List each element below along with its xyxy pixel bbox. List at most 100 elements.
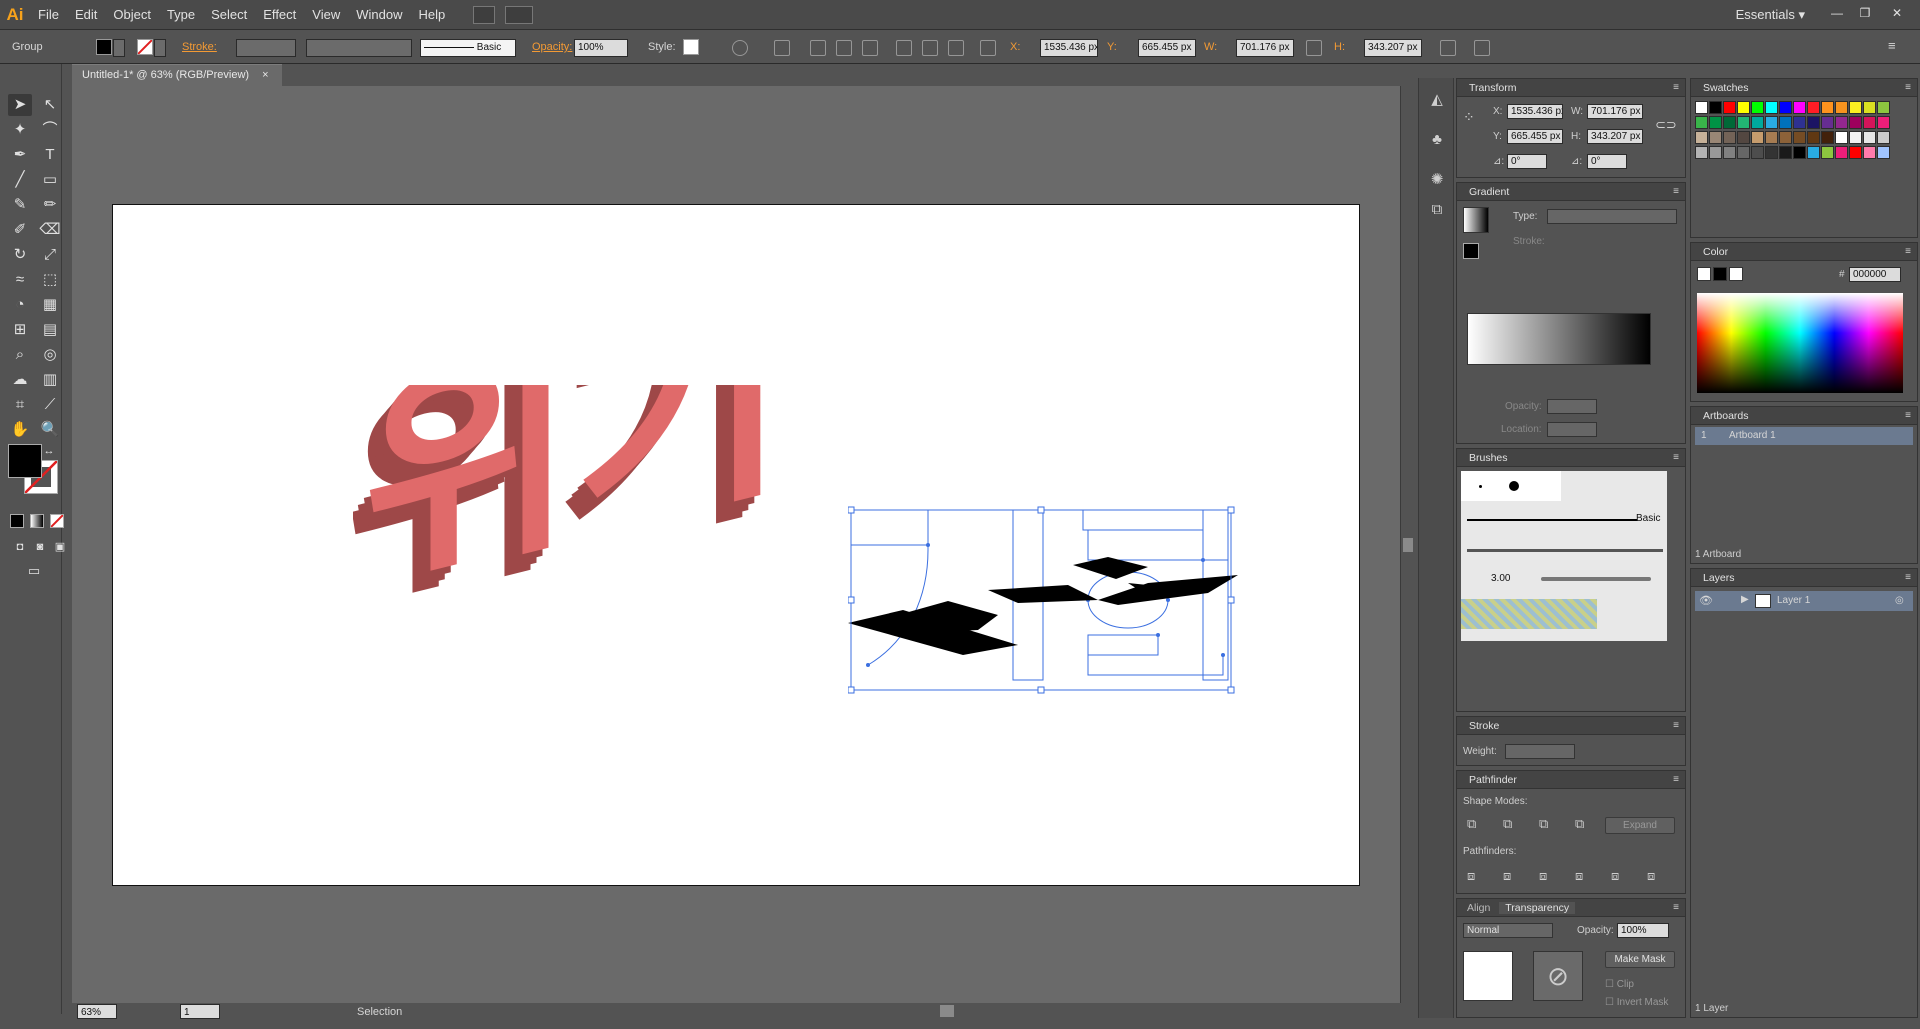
menu-type[interactable]: Type [159, 0, 203, 30]
vertical-scrollbar[interactable] [1400, 86, 1414, 1003]
type-tool-icon[interactable]: T [38, 144, 62, 166]
transform-x-field[interactable]: 1535.436 px [1507, 104, 1563, 119]
layers-panel-title[interactable]: Layers ≡ [1691, 569, 1917, 587]
stroke-color-swatch[interactable] [137, 39, 153, 55]
resize-handle[interactable] [1227, 506, 1235, 514]
panel-menu-icon[interactable]: ≡ [1673, 717, 1679, 735]
rotate-field[interactable]: 0° [1507, 154, 1547, 169]
visibility-eye-icon[interactable]: 👁 [1699, 594, 1713, 607]
align-bottom-icon[interactable] [948, 40, 964, 56]
zoom-field[interactable]: 63% [77, 1004, 117, 1019]
resize-handle[interactable] [1227, 596, 1235, 604]
graphic-styles-icon[interactable]: ◭ [1427, 90, 1447, 110]
anchor-point[interactable] [1221, 653, 1225, 657]
color-swatch[interactable] [1723, 101, 1736, 114]
color-swatch[interactable] [1709, 101, 1722, 114]
tab-align[interactable]: Align [1461, 902, 1496, 914]
artboards-panel-title[interactable]: Artboards ≡ [1691, 407, 1917, 425]
mesh-tool-icon[interactable]: ⊞ [8, 319, 32, 341]
color-swatch[interactable] [1751, 101, 1764, 114]
color-swatch[interactable] [1821, 146, 1834, 159]
color-swatch[interactable] [1821, 101, 1834, 114]
brush-definition-dropdown[interactable]: Basic [420, 39, 516, 57]
color-swatch[interactable] [1709, 116, 1722, 129]
shape-builder-tool-icon[interactable]: ◔ [8, 294, 32, 316]
exclude-icon[interactable]: ⧉ [1575, 816, 1584, 832]
stroke-weight-field[interactable] [236, 39, 296, 57]
color-swatch[interactable] [1807, 116, 1820, 129]
recolor-artwork-icon[interactable] [732, 40, 748, 56]
panel-menu-icon[interactable]: ≡ [1905, 243, 1911, 261]
color-swatch[interactable] [1849, 146, 1862, 159]
color-white-swatch[interactable] [1729, 267, 1743, 281]
maximize-button[interactable]: ❐ [1854, 5, 1876, 21]
rectangle-tool-icon[interactable]: ▭ [38, 169, 62, 191]
image-trace-icon[interactable]: ⧉ [1427, 200, 1447, 220]
color-swatch[interactable] [1863, 146, 1876, 159]
color-swatch[interactable] [1877, 146, 1890, 159]
variable-width-dropdown[interactable] [306, 39, 412, 57]
constrain-proportions-icon[interactable] [1306, 40, 1322, 56]
fill-color-swatch[interactable] [96, 39, 112, 55]
color-swatch[interactable] [1849, 101, 1862, 114]
arrange-documents-icon[interactable] [505, 5, 534, 24]
color-swatch[interactable] [1779, 131, 1792, 144]
color-spectrum[interactable] [1697, 293, 1903, 393]
layer-row[interactable]: 👁 ▶ Layer 1 ◎ [1695, 591, 1913, 611]
pathfinder-panel-title[interactable]: Pathfinder ≡ [1457, 771, 1685, 789]
color-swatch[interactable] [1695, 116, 1708, 129]
color-swatch[interactable] [1821, 131, 1834, 144]
color-swatch[interactable] [1709, 146, 1722, 159]
y-field[interactable]: 665.455 px [1138, 39, 1196, 57]
gradient-opacity-dropdown[interactable] [1547, 399, 1597, 414]
artboard[interactable]: 위기 위기 위기 위기 [112, 204, 1360, 886]
gradient-type-dropdown[interactable] [1547, 209, 1677, 224]
transform-h-field[interactable]: 343.207 px [1587, 129, 1643, 144]
color-swatch[interactable] [1835, 116, 1848, 129]
menu-select[interactable]: Select [203, 0, 255, 30]
anchor-point[interactable] [926, 543, 930, 547]
reference-point-locator-icon[interactable]: ⁘ [1463, 109, 1475, 126]
workspace-switcher[interactable]: Essentials ▾ [1736, 0, 1805, 30]
close-document-icon[interactable]: × [262, 69, 268, 81]
anchor-point[interactable] [866, 663, 870, 667]
color-swatch[interactable] [1793, 131, 1806, 144]
color-none-swatch[interactable] [1697, 267, 1711, 281]
color-swatch[interactable] [1695, 101, 1708, 114]
target-icon[interactable]: ◎ [1895, 595, 1904, 606]
swap-fill-stroke-icon[interactable]: ↔ [42, 440, 56, 462]
color-swatch[interactable] [1835, 146, 1848, 159]
symbols-icon[interactable]: ♣ [1427, 130, 1447, 150]
color-black-swatch[interactable] [1713, 267, 1727, 281]
blend-tool-icon[interactable]: ◎ [38, 344, 62, 366]
horizontal-scrollbar[interactable] [500, 1003, 1400, 1019]
swatches-panel-title[interactable]: Swatches ≡ [1691, 79, 1917, 97]
graphic-style-swatch[interactable] [683, 39, 699, 55]
color-swatch[interactable] [1849, 131, 1862, 144]
resize-handle[interactable] [1037, 686, 1045, 694]
close-window-button[interactable]: ✕ [1886, 5, 1908, 21]
trim-icon[interactable]: ⧈ [1503, 868, 1511, 884]
panel-menu-icon[interactable]: ≡ [1673, 771, 1679, 789]
h-field[interactable]: 343.207 px [1364, 39, 1422, 57]
gradient-tool-icon[interactable]: ▤ [38, 319, 62, 341]
color-swatch[interactable] [1877, 116, 1890, 129]
merge-icon[interactable]: ⧈ [1539, 868, 1547, 884]
scale-tool-icon[interactable]: ⤢ [38, 244, 62, 266]
color-swatch[interactable] [1737, 116, 1750, 129]
gradient-mode-icon[interactable] [30, 514, 44, 528]
color-swatch[interactable] [1765, 116, 1778, 129]
panel-menu-icon[interactable]: ≡ [1673, 449, 1679, 467]
x-field[interactable]: 1535.436 px [1040, 39, 1098, 57]
align-left-icon[interactable] [810, 40, 826, 56]
zoom-tool-icon[interactable]: 🔍 [38, 419, 62, 441]
stroke-dropdown[interactable] [154, 39, 166, 57]
color-swatch[interactable] [1793, 146, 1806, 159]
transform-panel-title[interactable]: Transform ≡ [1457, 79, 1685, 97]
document-tab[interactable]: Untitled-1* @ 63% (RGB/Preview) × [72, 64, 282, 86]
color-swatch[interactable] [1737, 101, 1750, 114]
color-swatch[interactable] [1835, 101, 1848, 114]
gradient-slider[interactable] [1467, 313, 1651, 365]
brush-list[interactable]: Basic 3.00 [1461, 471, 1667, 641]
transform-w-field[interactable]: 701.176 px [1587, 104, 1643, 119]
